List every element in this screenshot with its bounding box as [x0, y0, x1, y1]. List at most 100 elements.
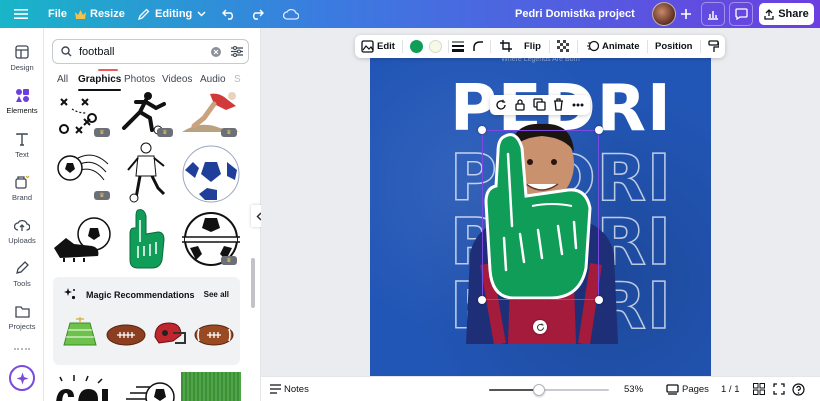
regenerate-icon[interactable]: [495, 99, 507, 111]
tab-all[interactable]: All: [57, 74, 68, 85]
graphic-grass-texture[interactable]: [181, 372, 241, 401]
tab-graphics[interactable]: Graphics: [78, 74, 121, 85]
premium-crown-badge: ♛: [94, 191, 110, 200]
graphic-goal-text[interactable]: [52, 375, 112, 401]
graphic-player-line-art[interactable]: [120, 142, 172, 204]
chevron-down-icon: [197, 11, 206, 17]
comment-icon[interactable]: [729, 2, 753, 26]
zoom-level[interactable]: 53%: [624, 384, 643, 395]
more-options-icon[interactable]: [572, 103, 584, 107]
category-tabs: All Graphics Photos Videos Audio S: [44, 69, 260, 92]
toolbar-divider: [577, 40, 578, 53]
element-quick-actions: [490, 95, 590, 115]
see-all-link[interactable]: See all: [204, 290, 229, 299]
trash-icon[interactable]: [553, 98, 564, 111]
toolbar-divider: [700, 40, 701, 53]
tab-videos[interactable]: Videos: [162, 74, 192, 85]
top-bar: File Resize Editing Pedri Domistka proje…: [0, 0, 820, 28]
more-apps-indicator[interactable]: [14, 348, 30, 354]
notes-button[interactable]: Notes: [284, 384, 309, 395]
transparency-icon[interactable]: [557, 40, 569, 52]
zoom-slider[interactable]: [489, 384, 609, 396]
crop-icon[interactable]: [500, 40, 512, 52]
search-box[interactable]: football: [52, 39, 249, 64]
fullscreen-icon[interactable]: [773, 383, 785, 395]
menu-icon[interactable]: [9, 2, 33, 26]
premium-crown-badge: ♛: [94, 128, 110, 137]
graphic-football-helmet[interactable]: [151, 319, 187, 349]
resize-handle-bottom-left[interactable]: [478, 296, 486, 304]
search-input[interactable]: football: [79, 46, 114, 58]
shapes-icon: [13, 86, 31, 104]
rail-item-uploads[interactable]: Uploads: [0, 216, 44, 245]
graphic-football-field[interactable]: [63, 317, 97, 349]
rail-item-design[interactable]: Design: [0, 43, 44, 72]
redo-icon[interactable]: [245, 2, 269, 26]
pen-tool-icon: [13, 259, 31, 277]
edit-image-icon: [361, 40, 374, 53]
editing-mode-dropdown[interactable]: Editing: [138, 0, 206, 28]
rail-item-elements[interactable]: Elements: [0, 86, 44, 115]
flip-button[interactable]: Flip: [524, 41, 541, 52]
position-button[interactable]: Position: [655, 41, 692, 52]
edit-button[interactable]: Edit: [377, 41, 395, 52]
tab-overflow[interactable]: S: [234, 74, 241, 85]
add-collaborator-icon[interactable]: [674, 2, 698, 26]
toolbar-divider: [402, 40, 403, 53]
magic-assistant-button[interactable]: [9, 365, 35, 391]
insights-chart-icon[interactable]: [701, 2, 725, 26]
grid-view-icon[interactable]: [753, 383, 765, 395]
foam-finger-graphic[interactable]: [482, 130, 602, 302]
animate-button[interactable]: Animate: [602, 41, 639, 52]
filter-sliders-icon[interactable]: [231, 46, 243, 57]
rotate-handle[interactable]: [533, 320, 547, 334]
folder-icon: [13, 302, 31, 320]
rail-item-text[interactable]: Text: [0, 130, 44, 159]
magic-recommendations-card: Magic Recommendations See all: [53, 277, 240, 365]
zoom-slider-thumb[interactable]: [533, 384, 546, 396]
panel-scrollbar[interactable]: [251, 258, 255, 308]
lock-icon[interactable]: [515, 98, 525, 111]
cloud-save-icon[interactable]: [279, 2, 303, 26]
rail-item-projects[interactable]: Projects: [0, 302, 44, 331]
premium-crown-badge: ♛: [221, 256, 237, 265]
pages-button[interactable]: Pages: [682, 384, 709, 395]
tab-photos[interactable]: Photos: [124, 74, 155, 85]
upload-icon: [764, 8, 774, 20]
premium-crown-badge: ♛: [221, 128, 237, 137]
animate-icon: [587, 40, 599, 52]
rail-item-brand[interactable]: Brand: [0, 173, 44, 202]
graphic-blue-soccer-ball[interactable]: [181, 144, 241, 204]
border-style-icon[interactable]: [452, 41, 464, 52]
avatar[interactable]: [652, 2, 676, 26]
text-icon: [13, 130, 31, 148]
share-button[interactable]: Share: [759, 3, 814, 25]
paint-format-icon[interactable]: [708, 40, 719, 53]
corner-rounding-icon[interactable]: [473, 41, 484, 52]
graphic-american-football-2[interactable]: [193, 323, 235, 347]
clear-search-icon[interactable]: [211, 46, 221, 57]
color-swatch-cream[interactable]: [429, 40, 442, 53]
graphic-speed-ball[interactable]: [122, 375, 176, 401]
project-title[interactable]: Pedri Domistka project: [515, 0, 635, 28]
graphic-american-football[interactable]: [105, 323, 147, 347]
help-icon[interactable]: [792, 383, 805, 396]
graphic-green-foam-finger[interactable]: [124, 208, 168, 270]
duplicate-icon[interactable]: [533, 98, 546, 111]
color-swatch-green[interactable]: [410, 40, 423, 53]
layout-icon: [13, 43, 31, 61]
resize-handle-top-right[interactable]: [595, 126, 603, 134]
search-icon: [61, 46, 72, 57]
graphic-boot-and-ball[interactable]: [52, 210, 114, 268]
undo-icon[interactable]: [217, 2, 241, 26]
resize-handle-bottom-right[interactable]: [595, 296, 603, 304]
resize-button[interactable]: Resize: [75, 0, 125, 28]
cloud-upload-icon: [13, 216, 31, 234]
resize-handle-top-left[interactable]: [478, 126, 486, 134]
tab-accent: [98, 69, 118, 71]
file-menu[interactable]: File: [48, 0, 67, 28]
brand-icon: [13, 173, 31, 191]
rotate-icon: [536, 323, 544, 331]
rail-item-tools[interactable]: Tools: [0, 259, 44, 288]
tab-audio[interactable]: Audio: [200, 74, 226, 85]
